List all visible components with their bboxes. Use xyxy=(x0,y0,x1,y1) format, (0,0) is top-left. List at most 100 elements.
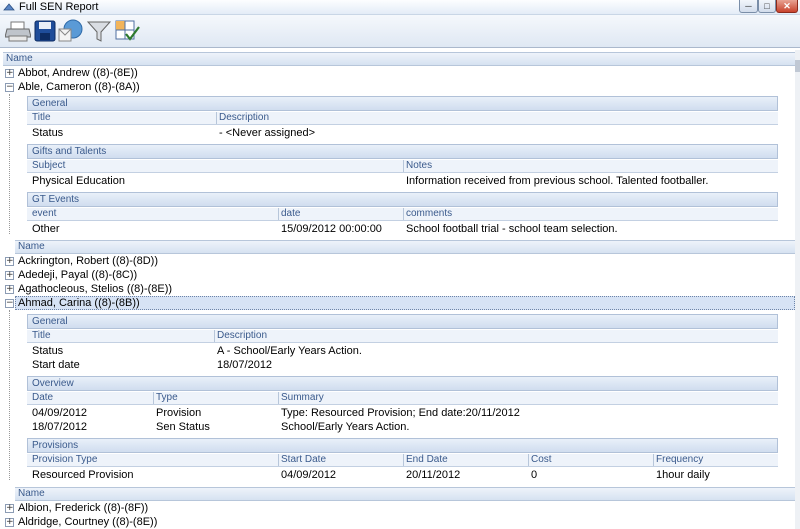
table-cell: Provision xyxy=(156,407,202,419)
table-row[interactable]: Other 15/09/2012 00:00:00 School footbal… xyxy=(27,222,778,236)
student-name: Adedeji, Payal ((8)-(8C)) xyxy=(18,269,138,281)
column-header[interactable]: comments xyxy=(403,208,452,220)
section-title: General xyxy=(32,316,68,327)
column-header[interactable]: Subject xyxy=(30,160,65,172)
toolbar xyxy=(0,15,800,48)
column-header[interactable]: Type xyxy=(153,392,178,404)
table-cell: Sen Status xyxy=(156,421,210,433)
columns-icon[interactable] xyxy=(114,19,140,43)
column-header[interactable]: date xyxy=(278,208,300,220)
table-cell: Start date xyxy=(32,359,80,371)
table-row[interactable]: Status A - School/Early Years Action. xyxy=(27,344,778,358)
column-header-row: Subject Notes xyxy=(27,160,778,173)
tree-line xyxy=(9,310,10,480)
section-header: General xyxy=(27,96,778,111)
table-cell: 15/09/2012 00:00:00 xyxy=(281,223,382,235)
app-icon xyxy=(3,3,15,11)
save-icon[interactable] xyxy=(32,19,58,43)
table-cell: 18/07/2012 xyxy=(32,421,88,433)
table-cell: School football trial - school team sele… xyxy=(406,223,618,235)
tree-row[interactable]: + Abbot, Andrew ((8)-(8E)) xyxy=(0,66,795,80)
table-cell: Status xyxy=(32,345,64,357)
table-cell: - <Never assigned> xyxy=(219,127,315,139)
section-header: Gifts and Talents xyxy=(27,144,778,159)
column-header-row: Title Description xyxy=(27,112,778,125)
column-header-row: Date Type Summary xyxy=(27,392,778,405)
vertical-scrollbar[interactable] xyxy=(795,50,800,529)
table-cell: Resourced Provision xyxy=(32,469,134,481)
name-header-label: Name xyxy=(6,53,33,64)
column-header[interactable]: Title xyxy=(30,330,51,342)
filter-icon[interactable] xyxy=(86,19,112,43)
expand-icon[interactable]: + xyxy=(5,271,14,280)
column-header[interactable]: Cost xyxy=(528,454,552,466)
tree-row[interactable]: + Agathocleous, Stelios ((8)-(8E)) xyxy=(0,282,795,296)
expand-icon[interactable]: + xyxy=(5,257,14,266)
student-name: Able, Cameron ((8)-(8A)) xyxy=(18,81,140,93)
expand-icon[interactable]: + xyxy=(5,518,14,527)
column-header[interactable]: Title xyxy=(30,112,51,124)
table-row[interactable]: Status - <Never assigned> xyxy=(27,126,778,140)
column-header-row: Title Description xyxy=(27,330,778,343)
student-name: Agathocleous, Stelios ((8)-(8E)) xyxy=(18,283,173,295)
minimize-button[interactable]: ─ xyxy=(739,0,758,13)
tree-row[interactable]: − Able, Cameron ((8)-(8A)) xyxy=(0,80,795,94)
table-cell: 20/11/2012 xyxy=(406,469,461,481)
table-row[interactable]: 04/09/2012 Provision Type: Resourced Pro… xyxy=(27,406,778,420)
table-cell: 0 xyxy=(531,469,538,481)
column-header[interactable]: Description xyxy=(216,112,269,124)
expand-icon[interactable]: + xyxy=(5,285,14,294)
column-header[interactable]: Date xyxy=(30,392,53,404)
section-title: GT Events xyxy=(32,194,80,205)
student-name: Aldridge, Courtney ((8)-(8E)) xyxy=(18,516,158,528)
expand-icon[interactable]: + xyxy=(5,69,14,78)
tree-row-selected[interactable]: Ahmad, Carina ((8)-(8B)) xyxy=(15,296,795,310)
column-header[interactable]: Description xyxy=(214,330,267,342)
email-icon[interactable] xyxy=(58,19,84,43)
close-button[interactable]: ✕ xyxy=(776,0,798,13)
name-column-header[interactable]: Name xyxy=(3,52,795,66)
table-cell: Status xyxy=(32,127,64,139)
student-name: Ackrington, Robert ((8)-(8D)) xyxy=(18,255,158,267)
column-header-row: event date comments xyxy=(27,208,778,221)
table-row[interactable]: Resourced Provision 04/09/2012 20/11/201… xyxy=(27,468,778,482)
table-cell: School/Early Years Action. xyxy=(281,421,410,433)
collapse-icon[interactable]: − xyxy=(5,83,14,92)
column-header[interactable]: Summary xyxy=(278,392,324,404)
column-header[interactable]: event xyxy=(30,208,56,220)
tree-row[interactable]: + Ackrington, Robert ((8)-(8D)) xyxy=(0,254,795,268)
tree-row[interactable]: + Aldridge, Courtney ((8)-(8E)) xyxy=(0,515,795,529)
name-column-header[interactable]: Name xyxy=(15,240,795,254)
column-header[interactable]: Start Date xyxy=(278,454,326,466)
section-title: Provisions xyxy=(32,440,79,451)
expand-icon[interactable]: + xyxy=(5,504,14,513)
name-header-label: Name xyxy=(18,241,45,252)
collapse-icon[interactable]: − xyxy=(5,299,14,308)
student-name: Albion, Frederick ((8)-(8F)) xyxy=(18,502,149,514)
table-row[interactable]: Physical Education Information received … xyxy=(27,174,778,188)
table-cell: Other xyxy=(32,223,60,235)
section-header: Overview xyxy=(27,376,778,391)
name-column-header[interactable]: Name xyxy=(15,487,795,501)
table-cell: 1hour daily xyxy=(656,469,710,481)
tree-row[interactable]: + Adedeji, Payal ((8)-(8C)) xyxy=(0,268,795,282)
table-cell: Type: Resourced Provision; End date:20/1… xyxy=(281,407,520,419)
section-header: GT Events xyxy=(27,192,778,207)
section-title: General xyxy=(32,98,68,109)
scrollbar-thumb[interactable] xyxy=(795,60,800,72)
column-header[interactable]: Notes xyxy=(403,160,432,172)
column-header[interactable]: Provision Type xyxy=(30,454,97,466)
maximize-button[interactable]: □ xyxy=(758,0,776,13)
close-icon: ✕ xyxy=(783,1,791,11)
table-row[interactable]: 18/07/2012 Sen Status School/Early Years… xyxy=(27,420,778,434)
title-bar: Full SEN Report ─ □ ✕ xyxy=(0,0,800,15)
column-header[interactable]: Frequency xyxy=(653,454,703,466)
minimize-icon: ─ xyxy=(745,1,752,11)
column-header-row: Provision Type Start Date End Date Cost … xyxy=(27,454,778,467)
section-header: General xyxy=(27,314,778,329)
tree-row[interactable]: + Albion, Frederick ((8)-(8F)) xyxy=(0,501,795,515)
print-icon[interactable] xyxy=(5,19,31,43)
table-cell: Information received from previous schoo… xyxy=(406,175,709,187)
table-row[interactable]: Start date 18/07/2012 xyxy=(27,358,778,372)
column-header[interactable]: End Date xyxy=(403,454,448,466)
